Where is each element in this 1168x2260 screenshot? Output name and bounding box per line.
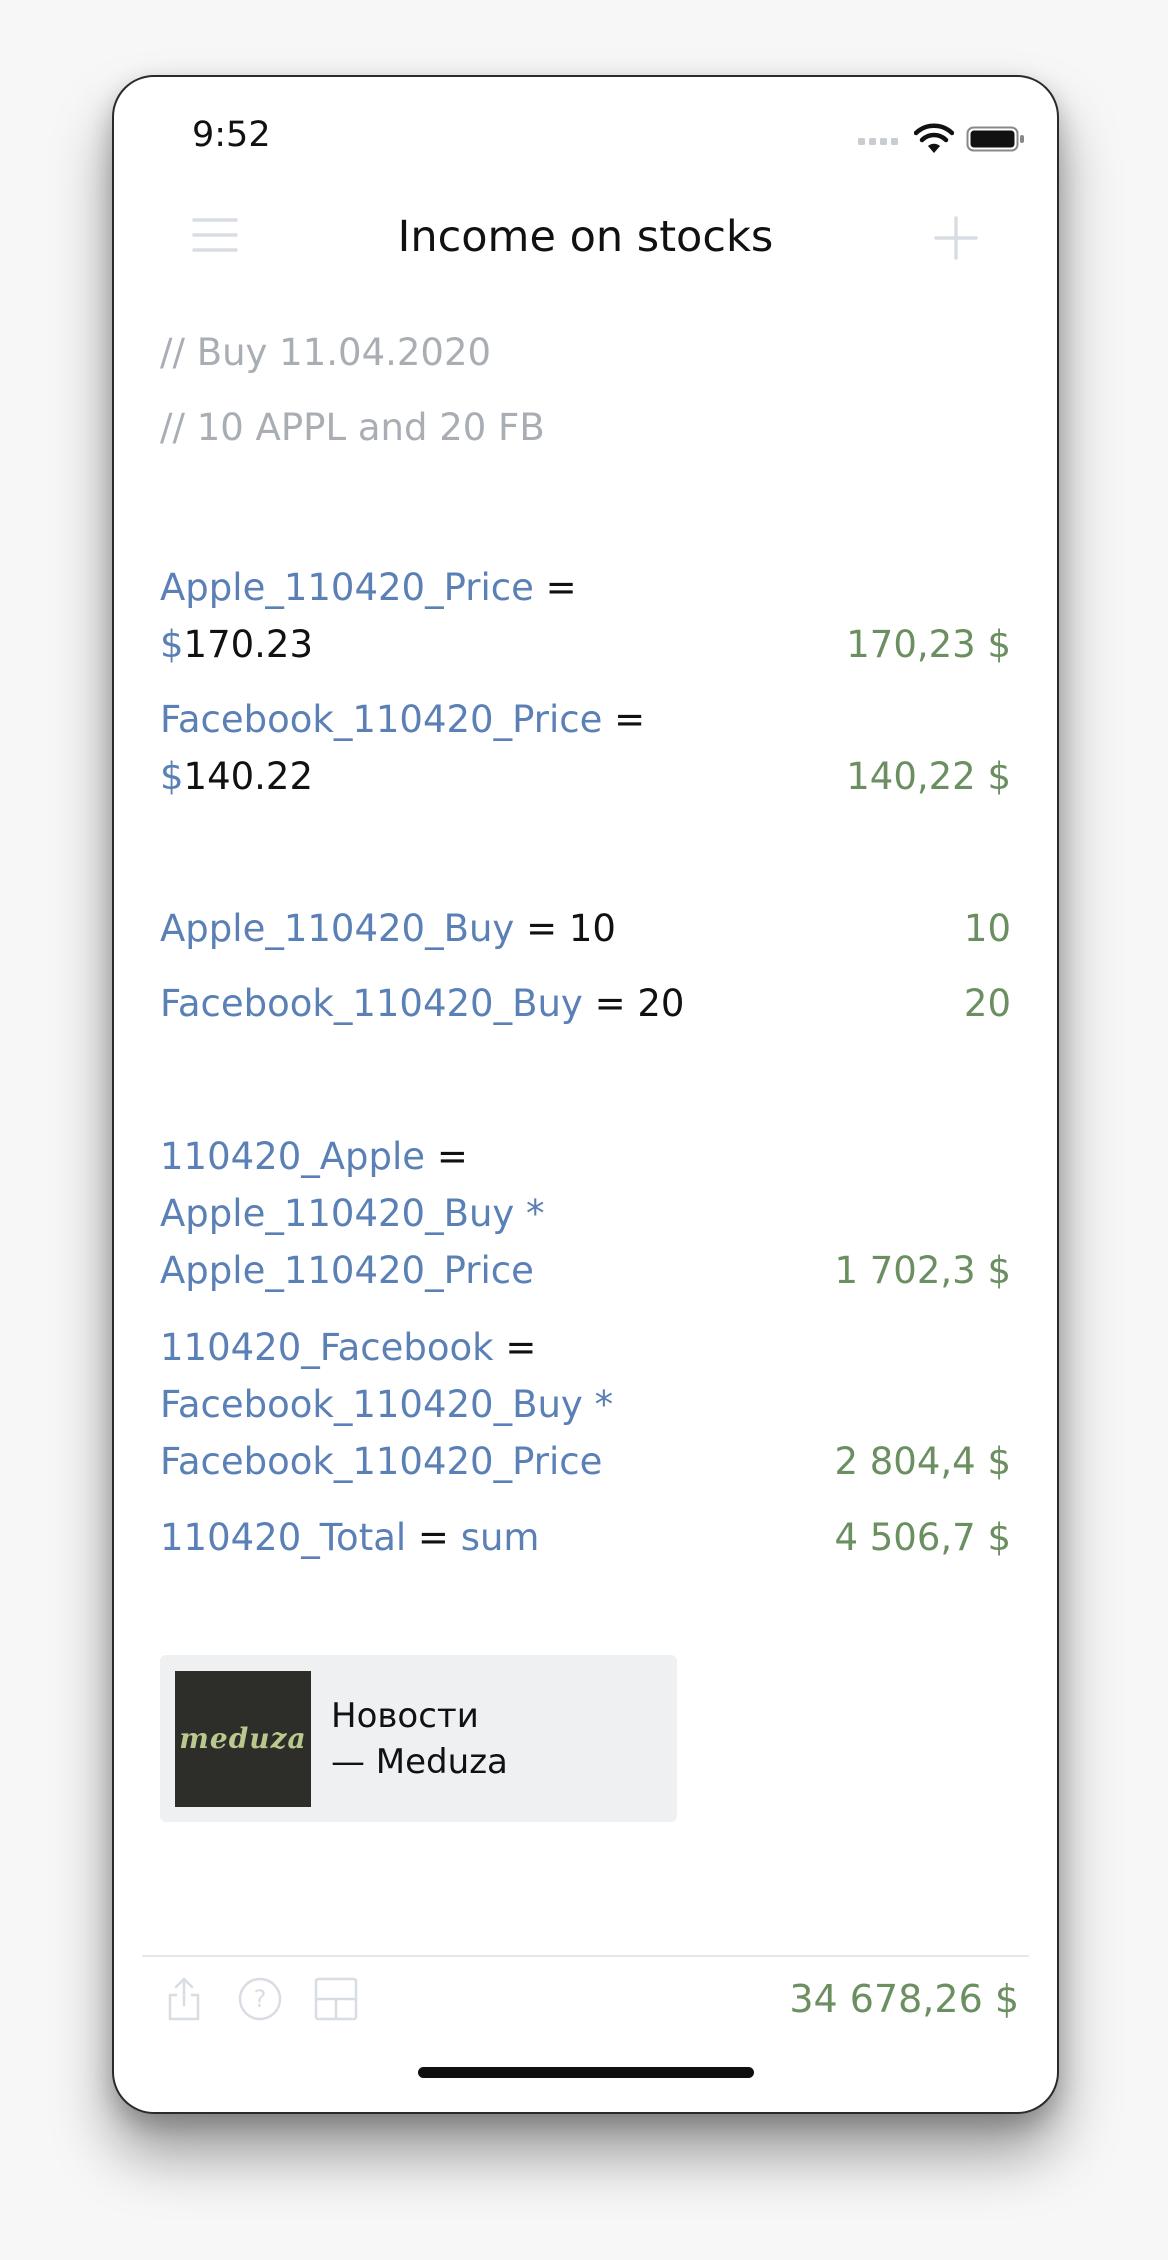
variable-name: 110420_Apple — [160, 1135, 426, 1178]
expression-term: Facebook_110420_Buy * — [160, 1383, 614, 1426]
result-value: 170,23 $ — [846, 623, 1011, 666]
signal-icon — [858, 138, 898, 145]
expression-facebook-buy[interactable]: Facebook_110420_Buy = 20 — [160, 975, 1015, 1032]
layout-icon[interactable] — [312, 1975, 360, 2023]
operator: = — [406, 1516, 461, 1559]
result-value: 4 506,7 $ — [834, 1516, 1011, 1559]
operator: = — [533, 566, 577, 609]
number-value: 170.23 — [183, 623, 314, 666]
operator: = — [493, 1326, 537, 1369]
expression-apple-buy[interactable]: Apple_110420_Buy = 10 — [160, 900, 1015, 957]
home-indicator[interactable] — [418, 2067, 754, 2078]
result-value: 2 804,4 $ — [834, 1440, 1011, 1483]
grand-total: 34 678,26 $ — [789, 1977, 1019, 2021]
expression-term: Apple_110420_Buy * — [160, 1192, 545, 1235]
currency-prefix: $ — [160, 623, 184, 666]
function-name: sum — [460, 1516, 540, 1559]
result-value: 20 — [963, 982, 1011, 1025]
wifi-icon — [914, 123, 954, 153]
number-value: 20 — [637, 982, 685, 1025]
status-time: 9:52 — [192, 115, 271, 155]
card-title: Новости — Meduza — [331, 1695, 508, 1782]
battery-icon — [966, 126, 1024, 152]
share-icon[interactable] — [160, 1975, 208, 2023]
page-title: Income on stocks — [397, 212, 774, 262]
operator: = — [602, 698, 646, 741]
variable-name: Facebook_110420_Buy — [160, 982, 583, 1025]
status-icons — [858, 117, 1026, 161]
comment-line[interactable]: // 10 APPL and 20 FB — [160, 406, 545, 449]
meduza-logo: meduza — [175, 1670, 311, 1807]
result-value: 1 702,3 $ — [834, 1249, 1011, 1292]
operator: = — [582, 982, 638, 1025]
comment-line[interactable]: // Buy 11.04.2020 — [160, 331, 491, 374]
operator: = — [425, 1135, 468, 1178]
result-value: 140,22 $ — [846, 755, 1011, 798]
variable-name: 110420_Total — [160, 1516, 407, 1559]
currency-prefix: $ — [160, 755, 184, 798]
variable-name: Apple_110420_Buy — [160, 907, 515, 950]
bottom-divider — [142, 1955, 1029, 1957]
variable-name: 110420_Facebook — [160, 1326, 494, 1369]
link-card[interactable]: meduza Новости — Meduza — [160, 1655, 677, 1822]
number-value: 10 — [568, 907, 616, 950]
variable-name: Apple_110420_Price — [160, 566, 534, 609]
number-value: 140.22 — [183, 755, 314, 798]
operator: = — [514, 907, 569, 950]
help-icon[interactable]: ? — [236, 1975, 284, 2023]
svg-text:?: ? — [254, 1985, 267, 2013]
phone-screen: 9:52 Income on stocks // Buy 11.04.2020 … — [112, 75, 1059, 2114]
variable-name: Facebook_110420_Price — [160, 698, 603, 741]
result-value: 10 — [963, 907, 1011, 950]
plus-icon[interactable] — [934, 216, 978, 264]
